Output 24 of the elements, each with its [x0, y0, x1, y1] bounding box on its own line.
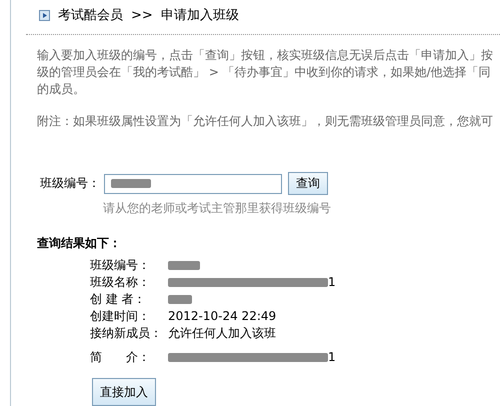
- field-value: 2012-10-24 22:49: [168, 309, 276, 323]
- field-label: 创建时间：: [90, 309, 151, 323]
- field-label: 班级编号：: [40, 175, 100, 192]
- intro-text: 级的管理员会在「我的考试酷」 > 「待办事宜」中收到你的请求，如果她/他选择「同: [37, 64, 491, 81]
- field-label: 简 介：: [90, 350, 151, 364]
- field-value: 允许任何人加入该班: [168, 326, 276, 340]
- field-label: 班级名称：: [90, 275, 151, 289]
- field-label: 接纳新成员：: [90, 326, 163, 340]
- breadcrumb-separator: >>: [131, 8, 153, 22]
- field-value: 1: [328, 275, 336, 289]
- search-button[interactable]: 查询: [288, 172, 328, 195]
- page-title: 申请加入班级: [160, 7, 239, 24]
- play-icon: [39, 10, 50, 20]
- intro-text: 的成员。: [37, 81, 85, 98]
- breadcrumb-link[interactable]: 考试酷会员: [58, 6, 123, 24]
- results-title: 查询结果如下：: [36, 235, 122, 252]
- note-text: 附注：如果班级属性设置为「允许任何人加入该班」，则无需班级管理员同意，您就可: [36, 113, 494, 130]
- join-button[interactable]: 直接加入: [92, 378, 156, 406]
- intro-text: 输入要加入班级的编号，点击「查询」按钮，核实班级信息无误后点击「申请加入」按: [37, 47, 493, 64]
- hint-text: 请从您的老师或考试主管那里获得班级编号: [102, 200, 332, 217]
- field-label: 创 建 者：: [90, 292, 147, 306]
- field-value: 1: [328, 350, 336, 364]
- field-label: 班级编号：: [90, 258, 151, 272]
- class-number-field[interactable]: [104, 174, 282, 194]
